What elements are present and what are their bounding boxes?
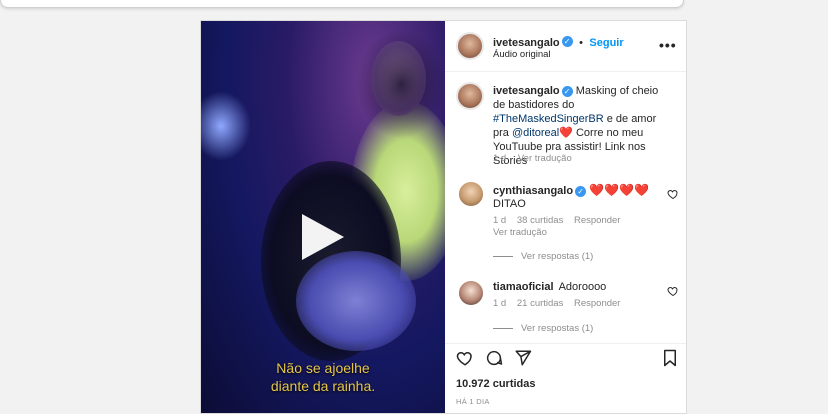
comment-avatar[interactable] xyxy=(458,181,484,207)
caption-part-3: ❤️ xyxy=(559,127,573,139)
comment-hearts: ❤️❤️❤️❤️ xyxy=(589,183,649,197)
comment-username[interactable]: tiamaoficial xyxy=(493,281,554,293)
share-paper-plane-icon[interactable] xyxy=(514,349,532,367)
comment-view-replies[interactable]: Ver respostas (1) xyxy=(493,323,593,334)
verified-badge-icon: ✓ xyxy=(561,36,573,48)
caption-verified-badge-icon: ✓ xyxy=(561,85,573,97)
caption-hashtag-link[interactable]: #TheMaskedSingerBR xyxy=(493,113,604,125)
like-heart-icon[interactable] xyxy=(456,349,474,367)
post-likes-count[interactable]: 10.972 curtidas xyxy=(456,378,536,390)
caption-author-avatar[interactable] xyxy=(456,82,484,110)
post-date[interactable]: HÁ 1 DIA xyxy=(456,397,490,406)
play-button-icon[interactable] xyxy=(302,214,344,260)
comment-text: cynthiasangalo ✓ ❤️❤️❤️❤️ xyxy=(493,183,663,198)
caption-translate-link[interactable]: Ver tradução xyxy=(518,153,572,164)
post-side-panel: ivetesangalo ✓ • Seguir Áudio original ••… xyxy=(445,21,686,413)
comment-translate-link[interactable]: Ver tradução xyxy=(493,227,547,238)
follow-button[interactable]: Seguir xyxy=(589,37,623,49)
replies-dash xyxy=(493,255,513,257)
comment-view-replies-label[interactable]: Ver respostas (1) xyxy=(521,323,593,334)
comment-body: DITAO xyxy=(493,198,526,210)
comment-like-heart-icon[interactable] xyxy=(667,285,679,297)
audio-label[interactable]: Áudio original xyxy=(493,49,551,60)
comment-verified-badge-icon: ✓ xyxy=(575,185,587,197)
video-player[interactable]: Não se ajoelhe diante da rainha. xyxy=(201,21,445,413)
post-actions-bar: 10.972 curtidas HÁ 1 DIA xyxy=(445,343,686,413)
comment-view-replies-label[interactable]: Ver respostas (1) xyxy=(521,251,593,262)
author-avatar[interactable] xyxy=(456,32,484,60)
comment-reply-button[interactable]: Responder xyxy=(574,215,620,226)
comment-text: tiamaoficial Adoroooo xyxy=(493,280,606,294)
comment-avatar[interactable] xyxy=(458,280,484,306)
video-scene-hair xyxy=(356,29,445,139)
comment-time[interactable]: 1 d xyxy=(493,298,506,309)
more-options-icon[interactable]: ••• xyxy=(659,37,677,53)
video-subtitle-line-1: Não se ajoelhe xyxy=(276,360,370,376)
caption-time[interactable]: 1 d xyxy=(493,153,506,164)
comment-username[interactable]: cynthiasangalo xyxy=(493,185,573,197)
video-subtitle-line-2: diante da rainha. xyxy=(270,378,376,394)
post-header: ivetesangalo ✓ • Seguir Áudio original ••… xyxy=(445,21,686,72)
dot-separator: • xyxy=(579,37,583,49)
comment-view-replies[interactable]: Ver respostas (1) xyxy=(493,251,593,262)
video-scene-shirt xyxy=(296,251,416,351)
author-username[interactable]: ivetesangalo xyxy=(493,37,560,49)
comment-like-heart-icon[interactable] xyxy=(667,188,679,200)
comment-reply-button[interactable]: Responder xyxy=(574,298,620,309)
comment-body: Adoroooo xyxy=(558,281,607,293)
comment-likes-count[interactable]: 21 curtidas xyxy=(517,298,563,309)
caption-author-username[interactable]: ivetesangalo xyxy=(493,85,560,97)
comment-time[interactable]: 1 d xyxy=(493,215,506,226)
post-card: Não se ajoelhe diante da rainha. ivetesa… xyxy=(200,20,687,414)
browser-top-bar xyxy=(0,0,684,8)
caption-mention-link[interactable]: @ditoreal xyxy=(512,127,559,139)
save-bookmark-icon[interactable] xyxy=(662,349,678,367)
comment-likes-count[interactable]: 38 curtidas xyxy=(517,215,563,226)
comment-bubble-icon[interactable] xyxy=(485,349,503,367)
replies-dash xyxy=(493,327,513,329)
video-scene-light xyxy=(201,91,251,161)
